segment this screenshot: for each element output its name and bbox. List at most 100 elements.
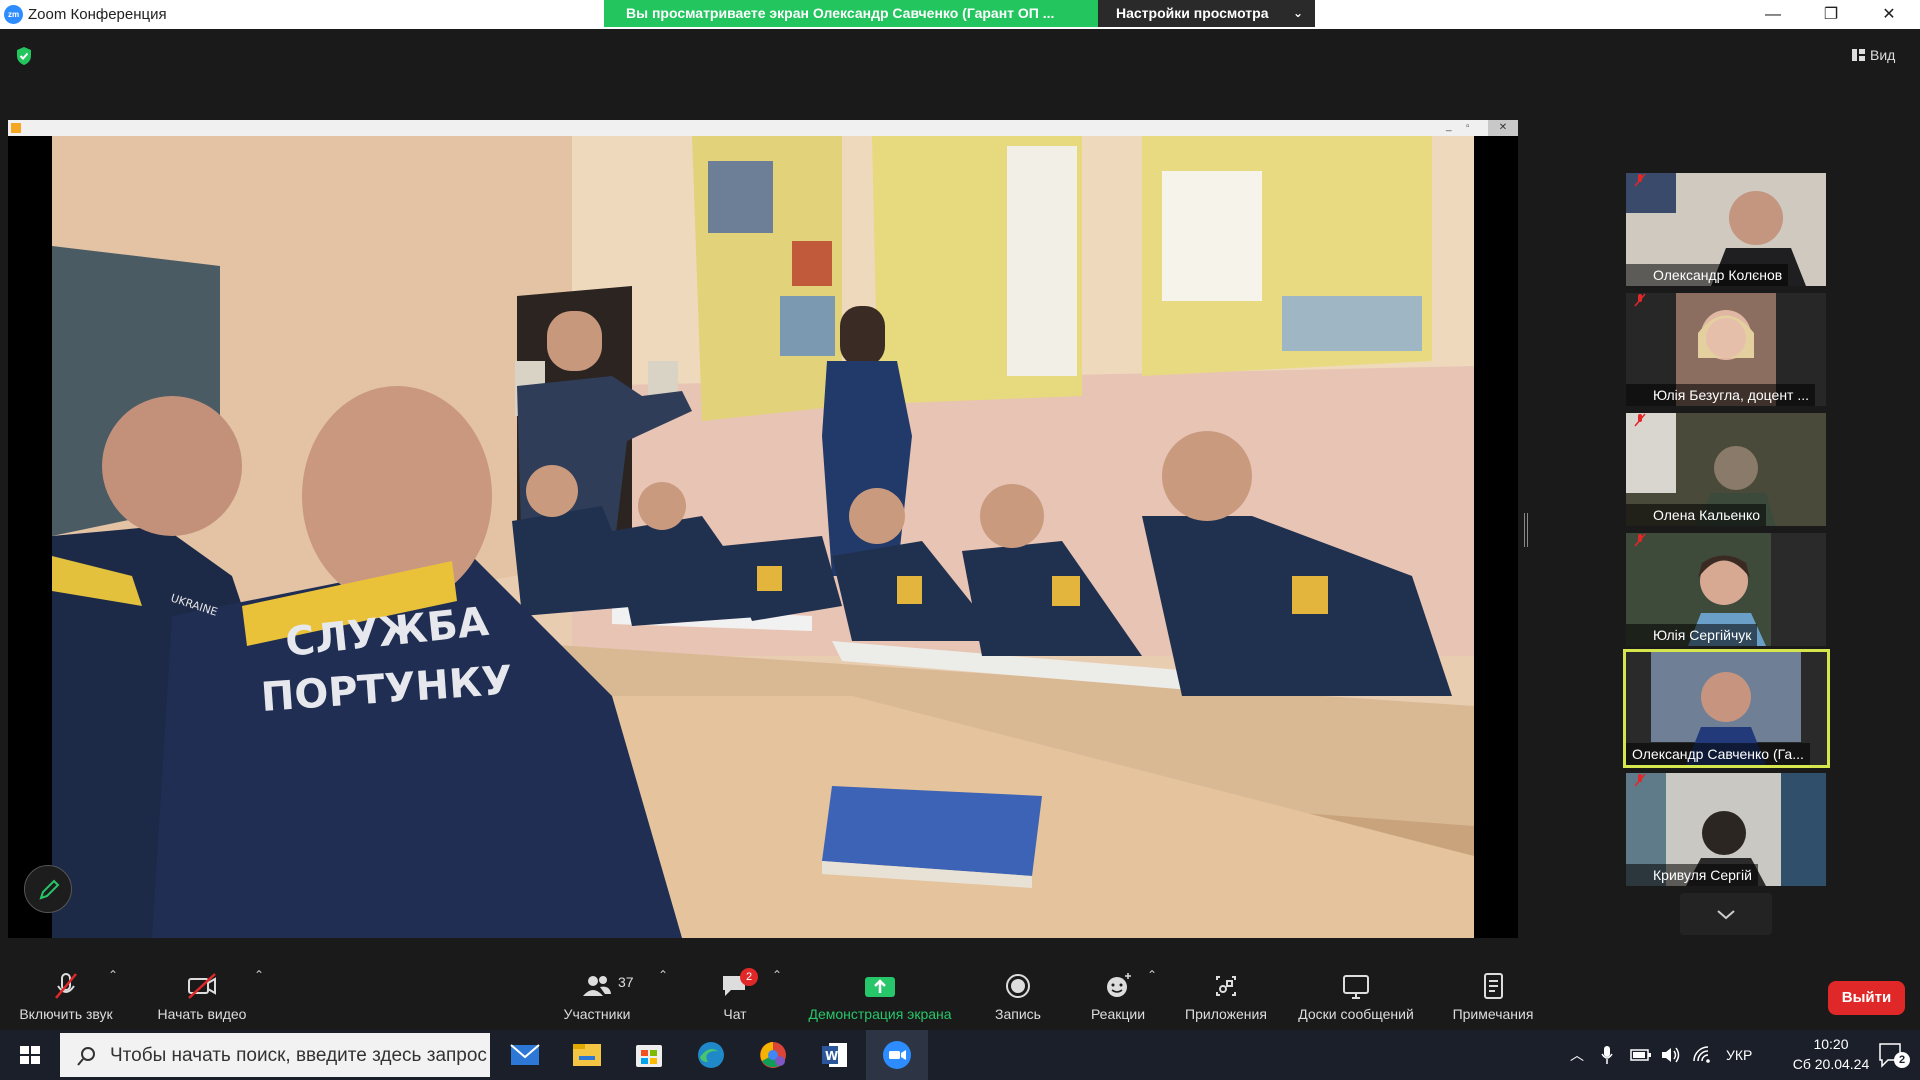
pencil-icon <box>39 879 60 900</box>
start-video-label: Начать видео <box>157 1006 247 1022</box>
view-button-label: Вид <box>1870 47 1896 63</box>
apps-icon <box>1216 976 1236 996</box>
classroom-video: СЛУЖБА ПОРТУНКУ UKRAINE <box>52 136 1474 938</box>
share-screen-button[interactable]: Демонстрация экрана <box>800 966 960 1032</box>
battery-icon[interactable] <box>1630 1048 1652 1062</box>
minimize-icon[interactable]: — <box>1744 0 1802 29</box>
notes-button[interactable]: Примечания <box>1444 966 1542 1032</box>
participant-name: Олександр Колєнов <box>1626 264 1789 286</box>
caret-up-icon[interactable]: ⌃ <box>254 968 264 982</box>
muted-mic-icon <box>1634 533 1646 547</box>
muted-mic-icon <box>55 973 77 999</box>
participant-tile[interactable]: Кривуля Сергій <box>1626 773 1826 886</box>
speaker-icon[interactable] <box>1660 1045 1682 1065</box>
chat-badge: 2 <box>740 968 758 986</box>
file-explorer-icon[interactable] <box>556 1030 618 1080</box>
restore-icon: ▫ <box>1466 121 1470 132</box>
word-icon[interactable]: W <box>804 1030 866 1080</box>
viewing-banner[interactable]: Вы просматриваете экран Олександр Савчен… <box>604 0 1098 27</box>
notes-icon <box>1484 973 1503 999</box>
participant-name: Юлія Сергійчук <box>1626 624 1758 646</box>
record-label: Запись <box>995 1006 1041 1022</box>
participants-count: 37 <box>618 974 634 990</box>
chevron-up-icon[interactable]: ︿ <box>1570 1030 1584 1080</box>
share-screen-icon <box>865 977 895 997</box>
caret-up-icon[interactable]: ⌃ <box>1147 968 1157 982</box>
wifi-icon[interactable] <box>1692 1045 1714 1065</box>
clock-date: Сб 20.04.24 <box>1792 1056 1870 1072</box>
participant-name: Юлія Безугла, доцент ... <box>1626 384 1816 406</box>
caret-up-icon[interactable]: ⌃ <box>108 968 118 982</box>
notes-label: Примечания <box>1452 1006 1534 1022</box>
record-button[interactable]: Запись <box>980 966 1056 1032</box>
microphone-icon[interactable] <box>1600 1044 1614 1066</box>
record-icon <box>1006 974 1030 998</box>
title-bar: zm Zoom Конференция Вы просматриваете эк… <box>0 0 1920 29</box>
participant-name: Кривуля Сергій <box>1626 864 1758 886</box>
participants-label: Участники <box>563 1006 631 1022</box>
meeting-area: Вид _ ▫ ✕ СЛУЖБА ПОРТУНКУ UKRAINE Олекса… <box>0 29 1920 1030</box>
restore-icon[interactable]: ❐ <box>1802 0 1860 29</box>
search-icon <box>77 1047 95 1066</box>
taskbar-search-box[interactable]: Чтобы начать поиск, введите здесь запрос <box>60 1033 490 1077</box>
mail-icon[interactable] <box>494 1030 556 1080</box>
muted-mic-icon <box>1634 293 1646 307</box>
participant-name: Олена Кальенко <box>1626 504 1767 526</box>
unmute-button[interactable]: ⌃ Включить звук <box>10 966 122 1032</box>
windows-start-icon[interactable] <box>0 1030 60 1080</box>
view-button[interactable]: Вид <box>1848 43 1895 67</box>
caret-up-icon[interactable]: ⌃ <box>658 968 668 982</box>
chat-label: Чат <box>723 1006 747 1022</box>
window-title: Zoom Конференция <box>28 6 167 23</box>
splitter-handle[interactable] <box>1524 513 1528 547</box>
reactions-label: Реакции <box>1090 1006 1146 1022</box>
participant-tile[interactable]: Олександр Колєнов <box>1626 173 1826 286</box>
annotate-button[interactable] <box>24 865 72 913</box>
chrome-icon[interactable] <box>742 1030 804 1080</box>
scroll-down-button[interactable] <box>1680 893 1772 935</box>
participant-tile-active-speaker[interactable]: Олександр Савченко (Га... <box>1623 649 1830 768</box>
notifications-button[interactable]: 2 <box>1870 1040 1910 1070</box>
participant-name: Олександр Савченко (Га... <box>1626 743 1810 765</box>
notification-count: 2 <box>1894 1052 1910 1068</box>
store-icon[interactable] <box>618 1030 680 1080</box>
participants-icon <box>583 976 611 996</box>
unmute-label: Включить звук <box>19 1006 113 1022</box>
close-icon[interactable]: ✕ <box>1860 0 1918 29</box>
participant-tile[interactable]: Юлія Сергійчук <box>1626 533 1826 646</box>
apps-label: Приложения <box>1185 1006 1267 1022</box>
caret-up-icon[interactable]: ⌃ <box>772 968 782 982</box>
zoom-logo-icon: zm <box>4 5 23 24</box>
taskbar-clock[interactable]: 10:20 Сб 20.04.24 <box>1790 1034 1872 1074</box>
shared-window-bar: _ ▫ ✕ <box>8 120 1518 136</box>
shield-icon[interactable] <box>15 46 33 66</box>
muted-mic-icon <box>1634 773 1646 787</box>
muted-mic-icon <box>1634 413 1646 427</box>
whiteboards-label: Доски сообщений <box>1298 1006 1414 1022</box>
video-off-icon <box>188 973 216 999</box>
reactions-icon <box>1107 973 1131 997</box>
whiteboard-icon <box>1343 975 1369 999</box>
svg-text:W: W <box>825 1049 838 1063</box>
apps-button[interactable]: Приложения <box>1178 966 1274 1032</box>
zoom-app-icon[interactable] <box>866 1030 928 1080</box>
chevron-down-icon: ⌄ <box>1292 6 1303 20</box>
grid-view-icon <box>1852 49 1865 61</box>
clock-time: 10:20 <box>1813 1036 1849 1052</box>
chat-button[interactable]: Чат <box>700 966 770 1032</box>
view-options-button[interactable]: Настройки просмотра ⌄ <box>1098 0 1315 27</box>
search-placeholder: Чтобы начать поиск, введите здесь запрос <box>110 1045 487 1066</box>
edge-icon[interactable] <box>680 1030 742 1080</box>
language-indicator[interactable]: УКР <box>1726 1030 1752 1080</box>
whiteboards-button[interactable]: Доски сообщений <box>1290 966 1422 1032</box>
windows-taskbar: Чтобы начать поиск, введите здесь запрос… <box>0 1030 1920 1080</box>
reactions-button[interactable]: Реакции <box>1078 966 1158 1032</box>
participant-tile[interactable]: Олена Кальенко <box>1626 413 1826 526</box>
shared-screen[interactable]: _ ▫ ✕ СЛУЖБА ПОРТУНКУ UKRAINE <box>8 120 1518 938</box>
participant-tile[interactable]: Юлія Безугла, доцент ... <box>1626 293 1826 406</box>
muted-mic-icon <box>1634 173 1646 187</box>
minimize-icon: _ <box>1446 121 1452 132</box>
leave-button[interactable]: Выйти <box>1828 981 1905 1015</box>
chevron-down-icon <box>1717 910 1735 920</box>
start-video-button[interactable]: ⌃ Начать видео <box>150 966 265 1032</box>
